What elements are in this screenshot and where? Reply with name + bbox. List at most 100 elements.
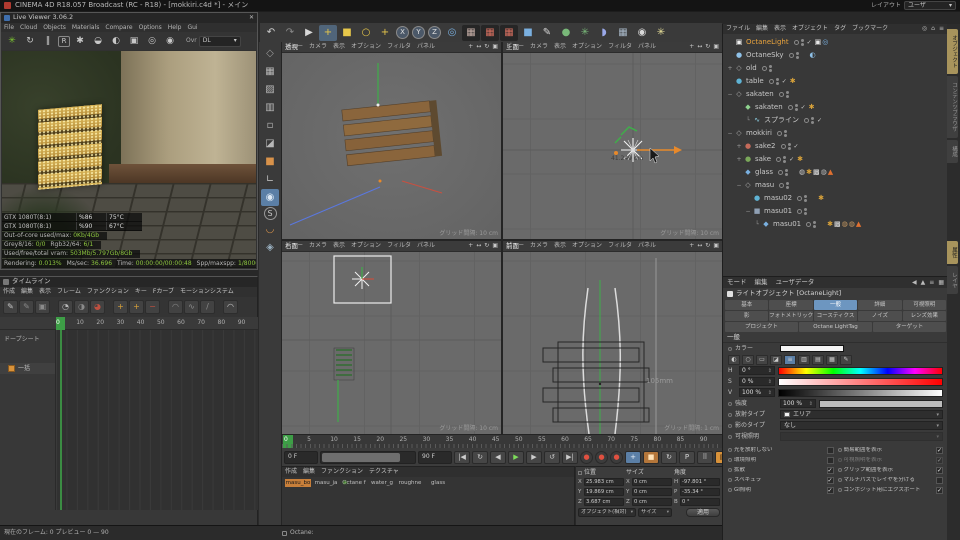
rotate-view-icon[interactable]: ↻ — [705, 43, 710, 50]
anim-dot-icon[interactable] — [728, 468, 732, 472]
live-viewer-menu-item[interactable]: Gui — [184, 24, 200, 31]
material-menu-item[interactable]: 編集 — [300, 468, 318, 475]
saturation-slider[interactable] — [778, 377, 943, 386]
timeline-menu-item[interactable]: 編集 — [18, 288, 36, 295]
keyframe-options-button[interactable]: ● — [610, 450, 623, 464]
rotate-view-icon[interactable]: ↻ — [705, 242, 710, 249]
fcurve-icon[interactable]: ∿ — [184, 300, 199, 314]
home-icon[interactable]: ⌂ — [931, 25, 935, 32]
layer-dot-icon[interactable] — [793, 40, 799, 45]
object-manager-menu-item[interactable]: 編集 — [753, 25, 771, 32]
anim-dot-icon[interactable] — [728, 401, 732, 406]
panel-tab[interactable]: オブジェクト — [947, 29, 958, 74]
object-tree-row[interactable]: − ■ masu01 — [723, 205, 947, 218]
enabled-check-icon[interactable]: ✓ — [782, 78, 790, 85]
object-manager-menu-item[interactable]: ファイル — [723, 25, 753, 32]
expand-toggle-icon[interactable]: + — [735, 143, 743, 150]
record-position-button[interactable]: + — [625, 450, 641, 464]
intensity-slider[interactable] — [819, 399, 943, 408]
attribute-menu-item[interactable]: モード — [723, 278, 751, 287]
live-viewer-menu-item[interactable]: Options — [136, 24, 165, 31]
live-viewer-titlebar[interactable]: Live Viewer 3.06.2 ✕ — [1, 13, 257, 23]
frame-scrubber[interactable] — [320, 450, 416, 464]
points-mode-icon[interactable]: ▫ — [261, 117, 279, 134]
key-pencil-alt-icon[interactable]: ✎ — [19, 300, 34, 314]
rotation-field[interactable]: -97.801 ° — [680, 478, 720, 486]
add-marker-icon[interactable]: + — [129, 300, 144, 314]
step-forward-button[interactable]: ▶ — [526, 450, 542, 464]
visibility-dots[interactable] — [786, 182, 790, 189]
zoom-view-icon[interactable]: ↔ — [697, 242, 702, 249]
enabled-check-icon[interactable]: ✓ — [801, 104, 809, 111]
layer-dot-icon[interactable] — [779, 183, 785, 188]
layer-dot-icon[interactable] — [776, 131, 782, 136]
enabled-check-icon[interactable]: ✓ — [789, 156, 797, 163]
shadow-type-select[interactable]: なし ▾ — [780, 421, 943, 430]
size-field[interactable]: 0 cm — [632, 498, 672, 506]
reset-render-icon[interactable]: R — [58, 35, 70, 47]
viewport-right[interactable]: ビュー カメラ 表示 オプション フィルタ パネル + ↔ ↻ ▣ 右面 グリッ… — [282, 241, 501, 434]
saturation-field[interactable]: 0 % ⇕ — [739, 377, 775, 386]
model-mode-icon[interactable]: ▦ — [261, 63, 279, 80]
step-back-button[interactable]: ◀ — [490, 450, 506, 464]
attribute-tab[interactable]: Octane LightTag — [799, 322, 872, 332]
checkbox[interactable] — [826, 456, 834, 464]
object-name[interactable]: masu02 — [764, 194, 792, 202]
redo-icon[interactable]: ↷ — [281, 25, 299, 41]
goto-end-button[interactable]: ▶| — [562, 450, 578, 464]
pan-view-icon[interactable]: + — [689, 43, 694, 50]
timeline-titlebar[interactable]: タイムライン — [0, 277, 257, 287]
anim-dot-icon[interactable] — [837, 468, 842, 472]
rotation-field[interactable]: 0 ° — [680, 498, 720, 506]
rotate-tool-icon[interactable]: ○ — [357, 25, 375, 41]
object-name[interactable]: sake2 — [755, 142, 776, 150]
object-manager-menu-item[interactable]: タグ — [831, 25, 849, 32]
workplane-mode-icon[interactable]: ▥ — [261, 99, 279, 116]
object-tree-row[interactable]: ● OctaneSky ◐ — [723, 49, 947, 62]
perspective-scene[interactable] — [282, 53, 501, 239]
viewport-menu-item[interactable]: フィルタ — [384, 242, 414, 249]
expand-toggle-icon[interactable]: − — [735, 182, 743, 189]
track-row[interactable]: 一括 — [0, 363, 55, 375]
attribute-tab[interactable]: フォトメトリック — [769, 311, 813, 321]
checkbox[interactable]: ✓ — [826, 486, 834, 494]
layer-dot-icon[interactable] — [778, 92, 784, 97]
play-mode-button[interactable]: ↻ — [472, 450, 488, 464]
make-editable-icon[interactable]: ◇ — [261, 45, 279, 62]
viewport-menu-item[interactable]: オプション — [348, 242, 384, 249]
animation-ruler[interactable]: 0 5 10 15 20 25 30 35 40 45 50 55 60 65 70 75 80 85 90 — [282, 434, 722, 448]
delete-key-icon[interactable]: − — [145, 300, 160, 314]
loop-mode-button[interactable]: ↺ — [544, 450, 560, 464]
timeline-ruler[interactable]: 0 10 20 30 40 50 60 70 80 90 — [0, 317, 258, 330]
expand-toggle-icon[interactable]: └ — [744, 117, 752, 124]
live-viewer-menu-item[interactable]: Help — [165, 24, 185, 31]
spline-ease-icon[interactable]: ◠ — [223, 300, 238, 314]
object-tag-icon[interactable]: ◐ — [810, 51, 816, 59]
section-header[interactable]: 一般 — [723, 333, 948, 343]
layer-dot-icon[interactable] — [768, 79, 774, 84]
panel-tab[interactable]: レイヤ — [947, 265, 958, 294]
object-name[interactable]: sakaten — [746, 90, 774, 98]
timeline-menu-item[interactable]: Fカーブ — [150, 288, 177, 295]
viewport-front[interactable]: ビュー カメラ 表示 オプション フィルタ パネル + ↔ ↻ ▣ 前面 105… — [503, 241, 722, 434]
anim-dot-icon[interactable] — [728, 346, 732, 351]
layers-icon[interactable]: ◈ — [261, 239, 279, 256]
move-tool-icon[interactable]: + — [319, 24, 337, 41]
position-field[interactable]: 25.983 cm — [584, 478, 624, 486]
anim-dot-icon[interactable] — [837, 478, 842, 482]
visibility-dots[interactable] — [794, 104, 798, 111]
object-tag-icon[interactable]: ◍ — [799, 168, 805, 176]
object-tree-row[interactable]: ▣ OctaneLight ✓ ▣ ◎ — [723, 36, 947, 49]
viewport-menu-item[interactable]: カメラ — [527, 242, 551, 249]
linear-icon[interactable]: / — [200, 300, 215, 314]
material-item[interactable]: ✳ Octane f — [341, 479, 367, 487]
back-icon[interactable]: ◀ — [912, 279, 917, 286]
timeline-menu-item[interactable]: モーションシステム — [177, 288, 237, 295]
expand-toggle-icon[interactable]: + — [735, 156, 743, 163]
add-cube-icon[interactable]: ■ — [519, 25, 537, 41]
visibility-dots[interactable] — [804, 208, 808, 215]
polygons-mode-icon[interactable]: ■ — [261, 153, 279, 170]
attribute-tab[interactable]: ターゲット — [873, 322, 946, 332]
maximize-view-icon[interactable]: ▣ — [492, 242, 498, 249]
attribute-tab[interactable]: 基本 — [725, 300, 769, 310]
